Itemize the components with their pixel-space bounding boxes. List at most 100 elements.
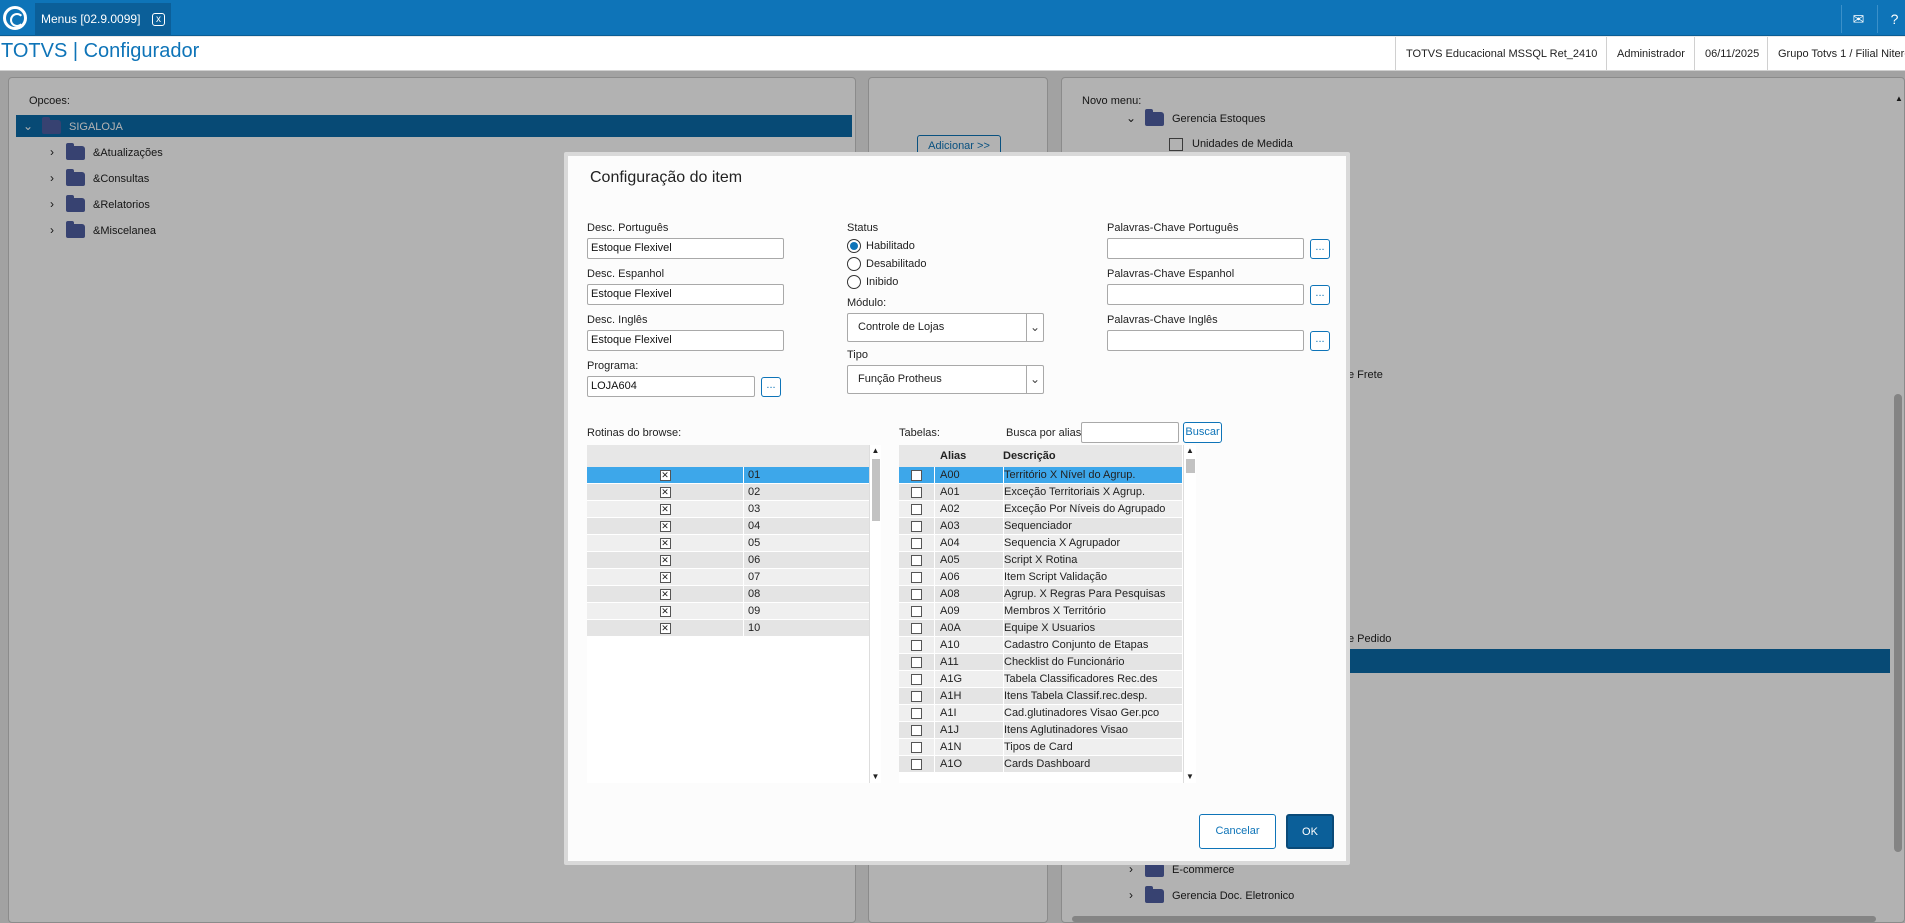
ok-button[interactable]: OK [1286, 814, 1334, 849]
routine-row[interactable]: ✕ 07 [587, 569, 869, 586]
unchecked-checkbox-icon[interactable] [911, 741, 922, 753]
table-checkbox-cell[interactable] [899, 756, 935, 773]
table-checkbox-cell[interactable] [899, 705, 935, 722]
table-row[interactable]: A03 Sequenciador [899, 518, 1182, 535]
table-checkbox-cell[interactable] [899, 501, 935, 518]
unchecked-checkbox-icon[interactable] [911, 758, 922, 770]
table-checkbox-cell[interactable] [899, 484, 935, 501]
chevron-down-icon[interactable]: ⌄ [1026, 314, 1043, 341]
status-radio-habilitado[interactable]: Habilitado [847, 238, 915, 254]
checked-checkbox-icon[interactable]: ✕ [659, 520, 671, 532]
unchecked-checkbox-icon[interactable] [911, 469, 922, 481]
help-icon[interactable]: ? [1877, 5, 1905, 33]
table-row[interactable]: A04 Sequencia X Agrupador [899, 535, 1182, 552]
unchecked-checkbox-icon[interactable] [911, 639, 922, 651]
routine-row[interactable]: ✕ 08 [587, 586, 869, 603]
radio-checked-icon[interactable] [847, 239, 861, 254]
routine-checkbox-cell[interactable]: ✕ [587, 518, 744, 535]
table-row[interactable]: A11 Checklist do Funcionário [899, 654, 1182, 671]
table-row[interactable]: A02 Exceção Por Níveis do Agrupado [899, 501, 1182, 518]
table-row[interactable]: A00 Território X Nível do Agrup. [899, 467, 1182, 484]
kw-en-lookup-button[interactable]: ... [1310, 331, 1330, 351]
desc-en-input[interactable]: Estoque Flexivel [587, 330, 784, 351]
table-row[interactable]: A0A Equipe X Usuarios [899, 620, 1182, 637]
checked-checkbox-icon[interactable]: ✕ [659, 571, 671, 583]
unchecked-checkbox-icon[interactable] [911, 520, 922, 532]
routine-row[interactable]: ✕ 10 [587, 620, 869, 637]
unchecked-checkbox-icon[interactable] [911, 724, 922, 736]
mail-icon[interactable]: ✉ [1841, 5, 1875, 33]
tab-menus[interactable]: Menus [02.9.0099] x [35, 3, 171, 36]
unchecked-checkbox-icon[interactable] [911, 605, 922, 617]
table-row[interactable]: A10 Cadastro Conjunto de Etapas [899, 637, 1182, 654]
checked-checkbox-icon[interactable]: ✕ [659, 622, 671, 634]
routine-row[interactable]: ✕ 02 [587, 484, 869, 501]
kw-pt-input[interactable] [1107, 238, 1304, 259]
kw-pt-lookup-button[interactable]: ... [1310, 239, 1330, 259]
unchecked-checkbox-icon[interactable] [911, 588, 922, 600]
table-checkbox-cell[interactable] [899, 518, 935, 535]
cancel-button[interactable]: Cancelar [1199, 814, 1276, 849]
table-checkbox-cell[interactable] [899, 637, 935, 654]
table-row[interactable]: A08 Agrup. X Regras Para Pesquisas [899, 586, 1182, 603]
search-alias-input[interactable] [1081, 422, 1179, 443]
table-row[interactable]: A1G Tabela Classificadores Rec.des [899, 671, 1182, 688]
unchecked-checkbox-icon[interactable] [911, 622, 922, 634]
checked-checkbox-icon[interactable]: ✕ [659, 537, 671, 549]
table-checkbox-cell[interactable] [899, 671, 935, 688]
table-row[interactable]: A05 Script X Rotina [899, 552, 1182, 569]
unchecked-checkbox-icon[interactable] [911, 554, 922, 566]
table-row[interactable]: A1H Itens Tabela Classif.rec.desp. [899, 688, 1182, 705]
desc-pt-input[interactable]: Estoque Flexivel [587, 238, 784, 259]
table-row[interactable]: A1O Cards Dashboard [899, 756, 1182, 773]
radio-unchecked-icon[interactable] [847, 257, 861, 272]
table-checkbox-cell[interactable] [899, 654, 935, 671]
table-checkbox-cell[interactable] [899, 569, 935, 586]
routine-checkbox-cell[interactable]: ✕ [587, 569, 744, 586]
table-checkbox-cell[interactable] [899, 688, 935, 705]
checked-checkbox-icon[interactable]: ✕ [659, 605, 671, 617]
scroll-down-icon[interactable]: ▼ [870, 771, 881, 783]
unchecked-checkbox-icon[interactable] [911, 486, 922, 498]
routine-row[interactable]: ✕ 05 [587, 535, 869, 552]
routine-row[interactable]: ✕ 06 [587, 552, 869, 569]
routine-checkbox-cell[interactable]: ✕ [587, 603, 744, 620]
radio-unchecked-icon[interactable] [847, 275, 861, 290]
status-radio-desabilitado[interactable]: Desabilitado [847, 256, 927, 272]
table-row[interactable]: A1I Cad.glutinadores Visao Ger.pco [899, 705, 1182, 722]
table-row[interactable]: A06 Item Script Validação [899, 569, 1182, 586]
routine-checkbox-cell[interactable]: ✕ [587, 467, 744, 484]
scroll-up-icon[interactable]: ▲ [1184, 445, 1196, 457]
unchecked-checkbox-icon[interactable] [911, 503, 922, 515]
routine-row[interactable]: ✕ 01 [587, 467, 869, 484]
status-radio-inibido[interactable]: Inibido [847, 274, 898, 290]
close-tab-icon[interactable]: x [152, 13, 165, 26]
kw-en-input[interactable] [1107, 330, 1304, 351]
table-checkbox-cell[interactable] [899, 722, 935, 739]
table-checkbox-cell[interactable] [899, 552, 935, 569]
routine-checkbox-cell[interactable]: ✕ [587, 586, 744, 603]
routine-checkbox-cell[interactable]: ✕ [587, 484, 744, 501]
routines-scrollbar[interactable]: ▲ ▼ [869, 445, 881, 783]
routine-row[interactable]: ✕ 03 [587, 501, 869, 518]
table-checkbox-cell[interactable] [899, 467, 935, 484]
routine-checkbox-cell[interactable]: ✕ [587, 620, 744, 637]
table-row[interactable]: A09 Membros X Território [899, 603, 1182, 620]
unchecked-checkbox-icon[interactable] [911, 690, 922, 702]
description-column-header[interactable]: Descrição [1003, 445, 1056, 467]
module-select[interactable]: Controle de Lojas ⌄ [847, 313, 1044, 342]
table-checkbox-cell[interactable] [899, 535, 935, 552]
unchecked-checkbox-icon[interactable] [911, 673, 922, 685]
checked-checkbox-icon[interactable]: ✕ [659, 469, 671, 481]
table-row[interactable]: A01 Exceção Territoriais X Agrup. [899, 484, 1182, 501]
table-checkbox-cell[interactable] [899, 586, 935, 603]
checked-checkbox-icon[interactable]: ✕ [659, 503, 671, 515]
unchecked-checkbox-icon[interactable] [911, 656, 922, 668]
alias-column-header[interactable]: Alias [940, 445, 966, 467]
checked-checkbox-icon[interactable]: ✕ [659, 554, 671, 566]
chevron-down-icon[interactable]: ⌄ [1026, 366, 1043, 393]
kw-es-input[interactable] [1107, 284, 1304, 305]
routine-checkbox-cell[interactable]: ✕ [587, 535, 744, 552]
routine-row[interactable]: ✕ 09 [587, 603, 869, 620]
unchecked-checkbox-icon[interactable] [911, 707, 922, 719]
